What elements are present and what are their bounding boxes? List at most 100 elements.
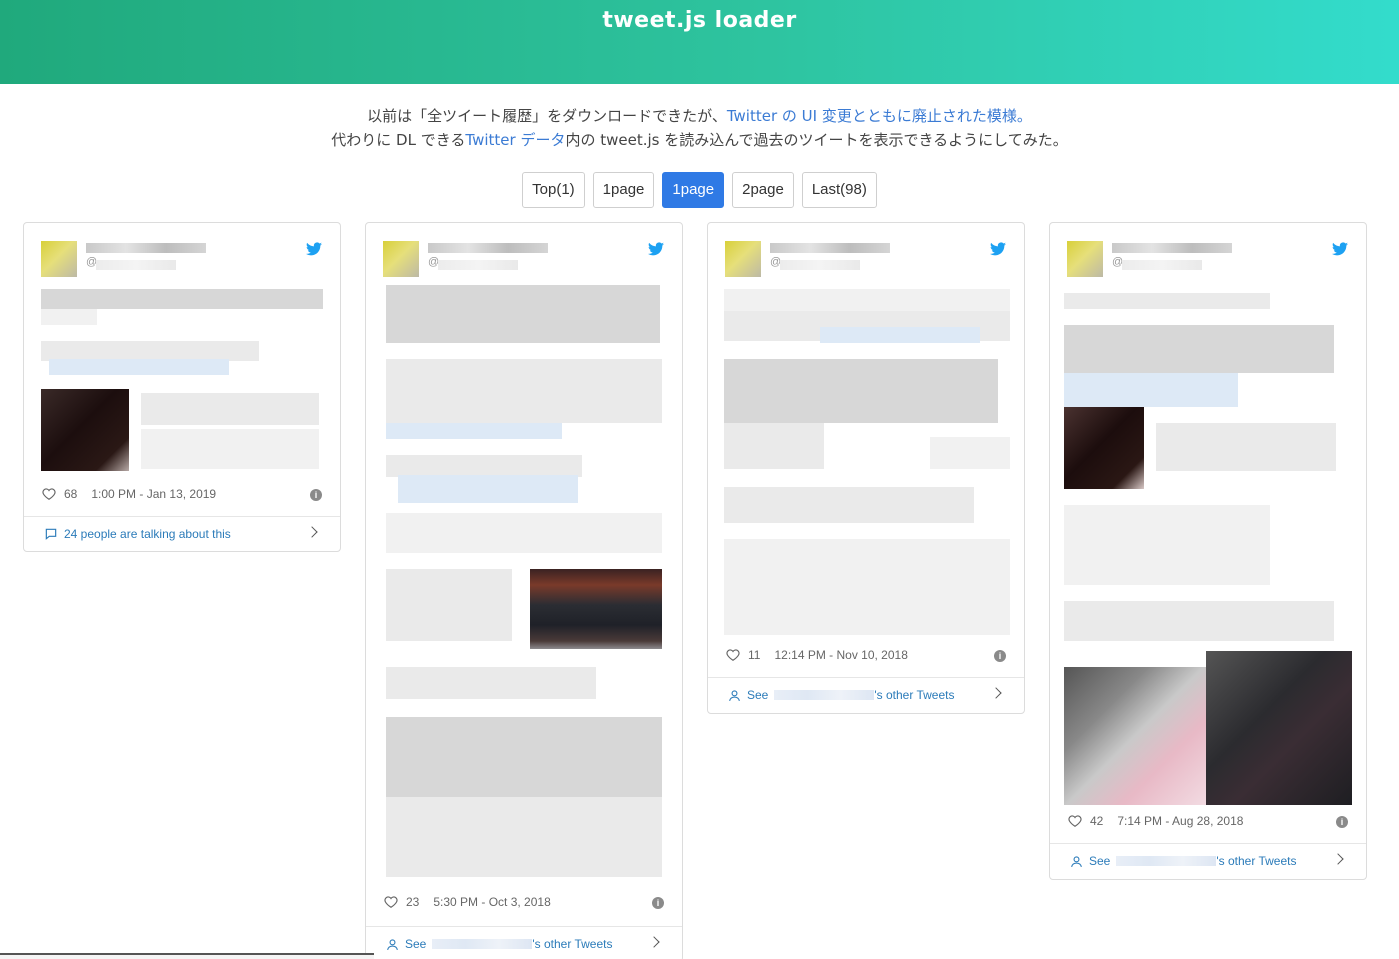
avatar[interactable]: [725, 241, 761, 277]
twitter-bird-icon[interactable]: [306, 242, 322, 256]
tweet-footer: 68 1:00 PM - Jan 13, 2019: [42, 487, 322, 501]
ui-change-link[interactable]: Twitter の UI 変更とともに廃止された模様。: [727, 107, 1032, 125]
intro-line-2-prefix: 代わりに DL できる: [331, 131, 466, 149]
other-tweets-link[interactable]: See 's other Tweets: [1070, 851, 1346, 871]
person-icon: [729, 689, 740, 701]
handle-redacted: [438, 260, 518, 270]
like-count: 42: [1090, 814, 1104, 828]
conversation-link[interactable]: 24 people are talking about this: [44, 524, 320, 544]
intro-line-2-suffix: 内の tweet.js を読み込んで過去のツイートを表示できるようにしてみた。: [565, 131, 1068, 149]
page-last-button[interactable]: Last(98): [801, 172, 877, 208]
window-edge: [0, 953, 374, 959]
avatar[interactable]: [383, 241, 419, 277]
chevron-right-icon: [306, 526, 318, 538]
tweet-text-redacted: [386, 797, 662, 877]
header-bar: tweet.js loader: [0, 0, 1399, 84]
tweet-text-redacted: [41, 341, 259, 361]
media-caption-redacted: [1156, 423, 1336, 471]
tweet-link-redacted: [820, 327, 980, 343]
info-icon[interactable]: i: [994, 650, 1006, 662]
tweet-footer: 11 12:14 PM - Nov 10, 2018: [726, 648, 1006, 662]
tweet-timestamp[interactable]: 1:00 PM - Jan 13, 2019: [91, 487, 216, 501]
tweet-card[interactable]: @ 42 7:14 PM - Aug 28, 2018 i See's othe…: [1049, 222, 1367, 880]
cta-suffix: 's other Tweets: [1216, 854, 1297, 868]
info-icon[interactable]: i: [310, 489, 322, 501]
cta-prefix: See: [1089, 854, 1111, 868]
tweet-text-redacted: [724, 487, 974, 523]
tweet-link-redacted: [1064, 373, 1238, 407]
divider: [708, 677, 1024, 678]
heart-icon[interactable]: [1068, 814, 1082, 828]
page-current-button[interactable]: 1page: [662, 172, 725, 208]
cta-prefix: See: [405, 937, 427, 951]
conversation-label: 24 people are talking about this: [64, 527, 231, 541]
tweet-footer: 42 7:14 PM - Aug 28, 2018: [1068, 814, 1348, 828]
media-thumbnail[interactable]: [1064, 407, 1144, 489]
other-tweets-link[interactable]: See 's other Tweets: [728, 685, 1004, 705]
tweet-card[interactable]: @ 11 12:14 PM - Nov 10, 2018 i See's oth…: [707, 222, 1025, 714]
tweet-timestamp[interactable]: 5:30 PM - Oct 3, 2018: [433, 895, 550, 909]
tweet-text-redacted: [386, 569, 512, 641]
media-caption-redacted: [141, 429, 319, 469]
intro-line-1: 以前は「全ツイート履歴」をダウンロードできたが、Twitter の UI 変更と…: [0, 104, 1399, 128]
twitter-bird-icon[interactable]: [990, 242, 1006, 256]
info-icon[interactable]: i: [652, 897, 664, 909]
tweet-text-redacted: [724, 359, 998, 423]
media-image-2[interactable]: [1206, 651, 1352, 805]
intro-line-1-text: 以前は「全ツイート履歴」をダウンロードできたが、: [367, 107, 727, 125]
tweet-text-redacted: [930, 437, 1010, 469]
tweet-timestamp[interactable]: 12:14 PM - Nov 10, 2018: [774, 648, 907, 662]
tweet-footer: 23 5:30 PM - Oct 3, 2018: [384, 895, 664, 909]
tweet-text-redacted: [41, 289, 323, 309]
username-redacted: [770, 243, 890, 253]
media-thumbnail[interactable]: [530, 569, 662, 649]
avatar[interactable]: [1067, 241, 1103, 277]
chevron-right-icon: [648, 936, 660, 948]
page-top-button[interactable]: Top(1): [522, 172, 585, 208]
twitter-data-link[interactable]: Twitter データ: [465, 131, 565, 149]
heart-icon[interactable]: [42, 487, 56, 501]
tweet-text-redacted: [386, 455, 582, 477]
username-redacted: [86, 243, 206, 253]
cta-prefix: See: [747, 688, 769, 702]
tweet-link-redacted: [386, 423, 562, 439]
info-icon[interactable]: i: [1336, 816, 1348, 828]
page-prev-button[interactable]: 1page: [592, 172, 655, 208]
divider: [24, 516, 340, 517]
tweet-timestamp[interactable]: 7:14 PM - Aug 28, 2018: [1117, 814, 1243, 828]
tweet-text-redacted: [1064, 505, 1270, 585]
other-tweets-link[interactable]: See 's other Tweets: [386, 934, 662, 954]
twitter-bird-icon[interactable]: [648, 242, 664, 256]
tweet-text-redacted: [724, 423, 824, 469]
cta-suffix: 's other Tweets: [874, 688, 955, 702]
heart-icon[interactable]: [384, 895, 398, 909]
handle-redacted: [1122, 260, 1202, 270]
tweet-link-redacted: [49, 359, 229, 375]
username-redacted: [428, 243, 548, 253]
tweet-card[interactable]: @ 23 5:30 PM - Oct 3, 2018 i See's other…: [365, 222, 683, 959]
twitter-bird-icon[interactable]: [1332, 242, 1348, 256]
page-next-button[interactable]: 2page: [732, 172, 794, 208]
media-caption-redacted: [141, 393, 319, 425]
username-redacted: [774, 690, 875, 700]
username-redacted: [1112, 243, 1232, 253]
handle-redacted: [780, 260, 860, 270]
media-thumbnail[interactable]: [41, 389, 129, 471]
chevron-right-icon: [990, 687, 1002, 699]
tweet-link-redacted: [398, 475, 578, 503]
speech-bubble-icon: [45, 528, 57, 540]
tweet-text-redacted: [1064, 601, 1334, 641]
tweet-text-redacted: [386, 667, 596, 699]
avatar[interactable]: [41, 241, 77, 277]
tweet-text-redacted: [724, 289, 1010, 311]
heart-icon[interactable]: [726, 648, 740, 662]
page-title: tweet.js loader: [602, 8, 797, 33]
username-redacted: [1116, 856, 1217, 866]
tweet-text-redacted: [1064, 325, 1334, 373]
tweet-text-redacted: [1064, 293, 1270, 309]
tweet-card[interactable]: @ 68 1:00 PM - Jan 13, 2019 i 24 people …: [23, 222, 341, 552]
person-icon: [387, 938, 398, 950]
divider: [366, 926, 682, 927]
like-count: 68: [64, 487, 78, 501]
media-image-1[interactable]: [1064, 667, 1206, 805]
